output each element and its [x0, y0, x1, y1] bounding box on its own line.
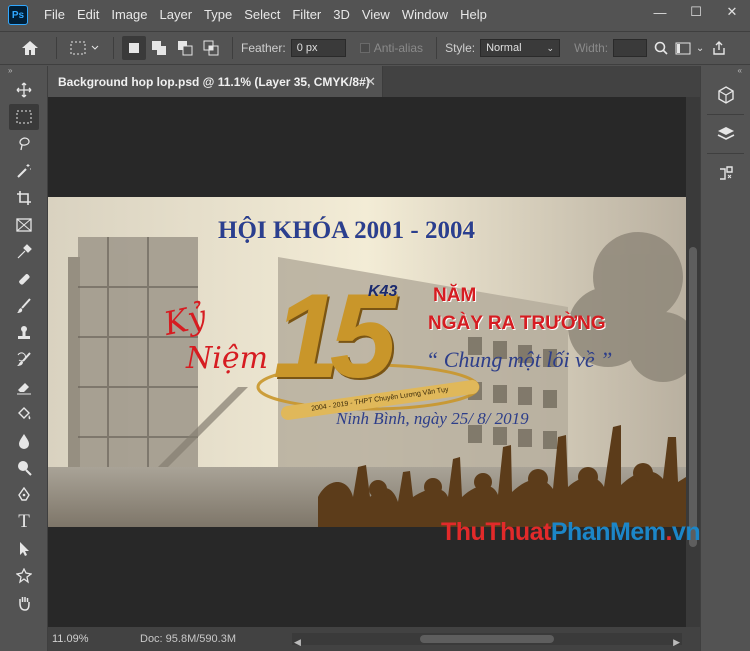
horizontal-scrollbar-thumb[interactable]	[420, 635, 554, 643]
pen-tool-icon[interactable]	[9, 482, 39, 508]
style-label: Style:	[445, 41, 476, 55]
menu-select[interactable]: Select	[238, 0, 286, 30]
menu-type[interactable]: Type	[198, 0, 238, 30]
tools-panel: » T	[0, 66, 48, 651]
lasso-tool-icon[interactable]	[9, 131, 39, 157]
artwork-nam-text: NĂM	[433, 285, 477, 306]
chevron-down-icon[interactable]: ⌄	[694, 36, 706, 60]
menu-layer[interactable]: Layer	[154, 0, 199, 30]
artwork-k43-text: K43	[368, 283, 398, 300]
antialias-label: Anti-alias	[373, 41, 424, 55]
blur-tool-icon[interactable]	[9, 428, 39, 454]
document-tab-title: Background hop lop.psd @ 11.1% (Layer 35…	[58, 74, 370, 89]
antialias-checkbox[interactable]	[359, 43, 370, 53]
hand-tool-icon[interactable]	[9, 590, 39, 616]
menu-edit[interactable]: Edit	[71, 0, 105, 30]
custom-shape-tool-icon[interactable]	[9, 563, 39, 589]
options-bar: Feather: Anti-alias Style: Normal ⌄ Widt…	[0, 31, 750, 65]
magic-wand-tool-icon[interactable]	[9, 158, 39, 184]
menu-help[interactable]: Help	[454, 0, 493, 30]
style-select-value: Normal	[486, 42, 522, 54]
style-select[interactable]: Normal ⌄	[480, 39, 561, 57]
menu-view[interactable]: View	[356, 0, 396, 30]
watermark-part-6: vn	[671, 518, 701, 546]
right-panel-dock: «	[700, 66, 750, 651]
watermark-logo: ThuThuatPhanMem.vn	[441, 518, 701, 547]
add-to-selection-icon[interactable]	[146, 36, 172, 60]
subtract-from-selection-icon[interactable]	[172, 36, 198, 60]
artwork-title: HỘI KHÓA 2001 - 2004	[218, 217, 475, 244]
artwork-niem-text: Niệm	[186, 341, 269, 376]
path-selection-tool-icon[interactable]	[9, 536, 39, 562]
eraser-tool-icon[interactable]	[9, 374, 39, 400]
canvas-area[interactable]: HỘI KHÓA 2001 - 2004 Kỷ Niệm 15 K43 NĂM …	[48, 97, 686, 627]
photoshop-logo-icon: Ps	[8, 5, 28, 25]
search-icon[interactable]	[650, 36, 672, 60]
width-label: Width:	[574, 41, 609, 55]
window-controls: — ☐ ✕	[642, 0, 750, 24]
menu-filter[interactable]: Filter	[286, 0, 327, 30]
scroll-left-icon[interactable]: ◀	[294, 637, 301, 648]
history-panel-icon[interactable]	[710, 158, 742, 188]
move-tool-icon[interactable]	[9, 77, 39, 103]
maximize-button[interactable]: ☐	[678, 0, 714, 24]
dodge-tool-icon[interactable]	[9, 455, 39, 481]
menu-image[interactable]: Image	[105, 0, 153, 30]
new-selection-icon[interactable]	[122, 36, 146, 60]
dock-collapse-icon[interactable]: «	[701, 66, 750, 76]
paint-bucket-tool-icon[interactable]	[9, 401, 39, 427]
vertical-scrollbar-thumb[interactable]	[689, 247, 697, 547]
feather-input[interactable]	[290, 39, 346, 57]
layers-panel-icon[interactable]	[710, 119, 742, 149]
scroll-right-icon[interactable]: ▶	[673, 637, 680, 648]
clone-stamp-tool-icon[interactable]	[9, 320, 39, 346]
document-tab[interactable]: Background hop lop.psd @ 11.1% (Layer 35…	[48, 66, 383, 97]
share-icon[interactable]	[706, 36, 732, 60]
intersect-selection-icon[interactable]	[198, 36, 224, 60]
menu-file[interactable]: File	[38, 0, 71, 30]
horizontal-scrollbar[interactable]: ◀ ▶	[292, 633, 682, 648]
artwork-date-text: Ninh Bình, ngày 25/ 8/ 2019	[336, 409, 529, 428]
workspace-icon[interactable]	[672, 36, 694, 60]
chevron-down-icon: ⌄	[546, 42, 555, 53]
panel-collapse-icon[interactable]: »	[0, 66, 47, 76]
eyedropper-tool-icon[interactable]	[9, 239, 39, 265]
tab-close-icon[interactable]: ✕	[365, 74, 376, 90]
home-icon[interactable]	[12, 35, 48, 61]
vertical-scrollbar[interactable]	[686, 97, 700, 627]
document-size-info: Doc: 95.8M/590.3M	[140, 633, 236, 645]
document-canvas-image[interactable]: HỘI KHÓA 2001 - 2004 Kỷ Niệm 15 K43 NĂM …	[48, 197, 686, 527]
zoom-level-field[interactable]: 11.09%	[52, 633, 96, 645]
watermark-part-2: Thuat	[485, 518, 551, 546]
status-bar: 11.09% Doc: 95.8M/590.3M › ◀ ▶	[48, 627, 700, 651]
menu-window[interactable]: Window	[396, 0, 454, 30]
crop-tool-icon[interactable]	[9, 185, 39, 211]
history-brush-tool-icon[interactable]	[9, 347, 39, 373]
artwork-slogan-text: “ Chung một lối về ”	[426, 347, 613, 372]
menu-3d[interactable]: 3D	[327, 0, 356, 30]
watermark-part-3: Phan	[550, 518, 611, 546]
close-button[interactable]: ✕	[714, 0, 750, 24]
rectangular-marquee-tool-icon[interactable]	[9, 104, 39, 130]
watermark-part-1: Thu	[441, 518, 486, 546]
frame-tool-icon[interactable]	[9, 212, 39, 238]
width-input[interactable]	[613, 39, 648, 57]
document-tab-bar: Background hop lop.psd @ 11.1% (Layer 35…	[48, 66, 700, 97]
menu-bar: Ps File Edit Image Layer Type Select Fil…	[0, 0, 750, 30]
feather-label: Feather:	[241, 41, 286, 55]
watermark-part-4: Mem	[610, 518, 666, 546]
healing-brush-tool-icon[interactable]	[9, 266, 39, 292]
artwork-ngay-ra-truong-text: NGÀY RA TRƯỜNG	[428, 313, 606, 334]
marquee-preset-icon[interactable]	[65, 35, 105, 61]
3d-panel-icon[interactable]	[710, 80, 742, 110]
brush-tool-icon[interactable]	[9, 293, 39, 319]
type-tool-icon[interactable]: T	[9, 509, 39, 535]
minimize-button[interactable]: —	[642, 0, 678, 24]
